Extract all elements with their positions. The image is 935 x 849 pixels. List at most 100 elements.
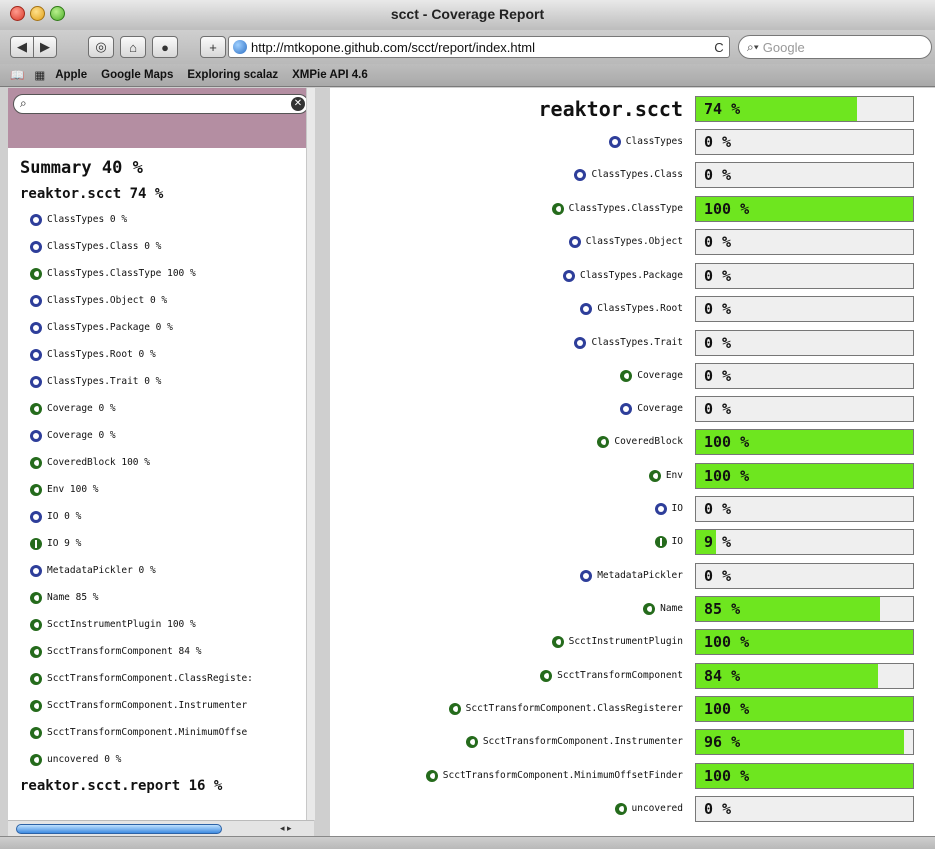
tree-item[interactable]: CoveredBlock 100 %: [20, 449, 312, 476]
report-row-label[interactable]: ClassTypes.Object: [568, 225, 683, 258]
report-row-label[interactable]: ClassTypes.ClassType: [551, 192, 683, 225]
tree-item[interactable]: Coverage 0 %: [20, 395, 312, 422]
report-row-label[interactable]: ScctTransformComponent.ClassRegisterer: [448, 692, 683, 725]
report-row-name: CoveredBlock: [614, 436, 683, 447]
tree-item[interactable]: ClassTypes.Package 0 %: [20, 314, 312, 341]
scroll-arrows[interactable]: ◂ ▸: [280, 823, 292, 834]
address-bar[interactable]: http://mtkopone.github.com/scct/report/i…: [228, 36, 730, 58]
coverage-percent: 0 %: [704, 300, 732, 318]
tree-item[interactable]: ScctInstrumentPlugin 100 %: [20, 611, 312, 638]
report-row-name: uncovered: [631, 803, 683, 814]
report-row-label[interactable]: IO: [654, 492, 683, 525]
sidebar-horizontal-scrollbar[interactable]: ◂ ▸: [8, 820, 314, 837]
tree-item[interactable]: IO 9 %: [20, 530, 312, 557]
coverage-percent: 0 %: [704, 567, 732, 585]
report-row: MetadataPickler 0 %: [330, 559, 935, 592]
scrollbar-thumb[interactable]: [16, 824, 222, 834]
report-row-label[interactable]: reaktor.scct: [539, 92, 684, 125]
sidebar-vertical-scrollbar[interactable]: [306, 88, 315, 820]
report-row-name: reaktor.scct: [538, 96, 684, 121]
bookmark-exploring-scalaz[interactable]: Exploring scalaz: [187, 69, 278, 81]
coverage-bar: 84 %: [695, 663, 914, 689]
coverage-percent: 0 %: [704, 500, 732, 518]
report-row-label[interactable]: CoveredBlock: [597, 425, 683, 458]
tree-item-label: IO 0 %: [47, 510, 82, 522]
tree-item[interactable]: ScctTransformComponent.MinimumOffse: [20, 719, 312, 746]
package-link-report[interactable]: reaktor.scct.report 16 %: [20, 775, 312, 797]
report-row: IO 0 %: [330, 492, 935, 525]
tree-item-label: ScctTransformComponent.MinimumOffse: [47, 726, 248, 738]
tree-item[interactable]: uncovered 0 %: [20, 746, 312, 773]
class-icon: [30, 591, 42, 604]
object-icon: [30, 429, 42, 442]
report-row-label[interactable]: Env: [648, 459, 683, 492]
tree-item-label: Env 100 %: [47, 483, 99, 495]
tree-item[interactable]: ScctTransformComponent.ClassRegiste:: [20, 665, 312, 692]
report-row-label[interactable]: Coverage: [620, 359, 683, 392]
tree-item[interactable]: IO 0 %: [20, 503, 312, 530]
report-row-label[interactable]: ScctTransformComponent: [540, 659, 683, 692]
tree-item[interactable]: ClassTypes.Object 0 %: [20, 287, 312, 314]
tree-item[interactable]: ClassTypes.ClassType 100 %: [20, 260, 312, 287]
summary-heading[interactable]: Summary 40 %: [20, 154, 312, 182]
history-button[interactable]: ◎: [88, 36, 114, 58]
coverage-bar: 100 %: [695, 196, 914, 222]
report-row-name: ScctTransformComponent.MinimumOffsetFind…: [442, 770, 683, 781]
sidebar-search-input[interactable]: ⌕ ✕: [13, 94, 309, 114]
report-row-label[interactable]: ClassTypes: [608, 125, 683, 158]
home-button[interactable]: ⌂: [120, 36, 146, 58]
tree-item[interactable]: Env 100 %: [20, 476, 312, 503]
report-row: ScctInstrumentPlugin 100 %: [330, 625, 935, 658]
download-button[interactable]: ●: [152, 36, 178, 58]
coverage-percent: 100 %: [704, 633, 750, 651]
tree-item[interactable]: ClassTypes 0 %: [20, 206, 312, 233]
tree-item[interactable]: Coverage 0 %: [20, 422, 312, 449]
coverage-percent: 96 %: [704, 733, 741, 751]
tree-item[interactable]: Name 85 %: [20, 584, 312, 611]
class-icon: [425, 769, 438, 782]
add-bookmark-button[interactable]: +: [200, 36, 226, 58]
object-icon: [574, 336, 587, 349]
coverage-bar: 85 %: [695, 596, 914, 622]
tree-item-label: Name 85 %: [47, 591, 99, 603]
tree-item[interactable]: ClassTypes.Trait 0 %: [20, 368, 312, 395]
clear-search-icon[interactable]: ✕: [291, 97, 305, 111]
google-search-field[interactable]: ⌕▾ Google: [738, 35, 932, 59]
browser-toolbar: ◀ ▶ ◎ ⌂ ● + http://mtkopone.github.com/s…: [0, 30, 935, 64]
bookmark-apple[interactable]: Apple: [55, 69, 87, 81]
report-row-label[interactable]: ScctTransformComponent.Instrumenter: [465, 725, 683, 758]
coverage-bar: 0 %: [695, 496, 914, 522]
report-row-label[interactable]: ClassTypes.Class: [574, 158, 683, 191]
back-button[interactable]: ◀: [10, 36, 34, 58]
report-row-label[interactable]: uncovered: [614, 792, 683, 825]
report-row-label[interactable]: MetadataPickler: [580, 559, 683, 592]
report-row-label[interactable]: Coverage: [620, 392, 683, 425]
grid-icon[interactable]: ▦: [34, 68, 45, 82]
tree-item[interactable]: ClassTypes.Class 0 %: [20, 233, 312, 260]
report-row-name: ScctTransformComponent.Instrumenter: [482, 736, 683, 747]
report-row-label[interactable]: ClassTypes.Root: [580, 292, 683, 325]
bookmark-xmpie-api[interactable]: XMPie API 4.6: [292, 69, 368, 81]
package-link[interactable]: reaktor.scct 74 %: [20, 182, 312, 206]
coverage-bar: 0 %: [695, 796, 914, 822]
forward-button[interactable]: ▶: [33, 36, 57, 58]
report-row: ClassTypes.Trait 0 %: [330, 326, 935, 359]
report-row-label[interactable]: ScctTransformComponent.MinimumOffsetFind…: [425, 759, 683, 792]
report-row-label[interactable]: Name: [643, 592, 683, 625]
tree-item[interactable]: ScctTransformComponent 84 %: [20, 638, 312, 665]
report-row-label[interactable]: ClassTypes.Package: [563, 259, 683, 292]
open-book-icon[interactable]: 📖: [10, 68, 24, 82]
tree-item[interactable]: MetadataPickler 0 %: [20, 557, 312, 584]
coverage-percent: 100 %: [704, 433, 750, 451]
tree-item[interactable]: ScctTransformComponent.Instrumenter: [20, 692, 312, 719]
bookmark-google-maps[interactable]: Google Maps: [101, 69, 173, 81]
report-row-label[interactable]: ScctInstrumentPlugin: [551, 625, 683, 658]
reload-button[interactable]: C: [709, 40, 729, 55]
report-row-label[interactable]: IO: [654, 525, 683, 558]
report-row-label[interactable]: ClassTypes.Trait: [574, 326, 683, 359]
tree-item-label: ClassTypes.Package 0 %: [47, 321, 173, 333]
tree-item[interactable]: ClassTypes.Root 0 %: [20, 341, 312, 368]
object-icon: [30, 294, 42, 307]
tree-item-label: MetadataPickler 0 %: [47, 564, 156, 576]
coverage-bar: 0 %: [695, 263, 914, 289]
